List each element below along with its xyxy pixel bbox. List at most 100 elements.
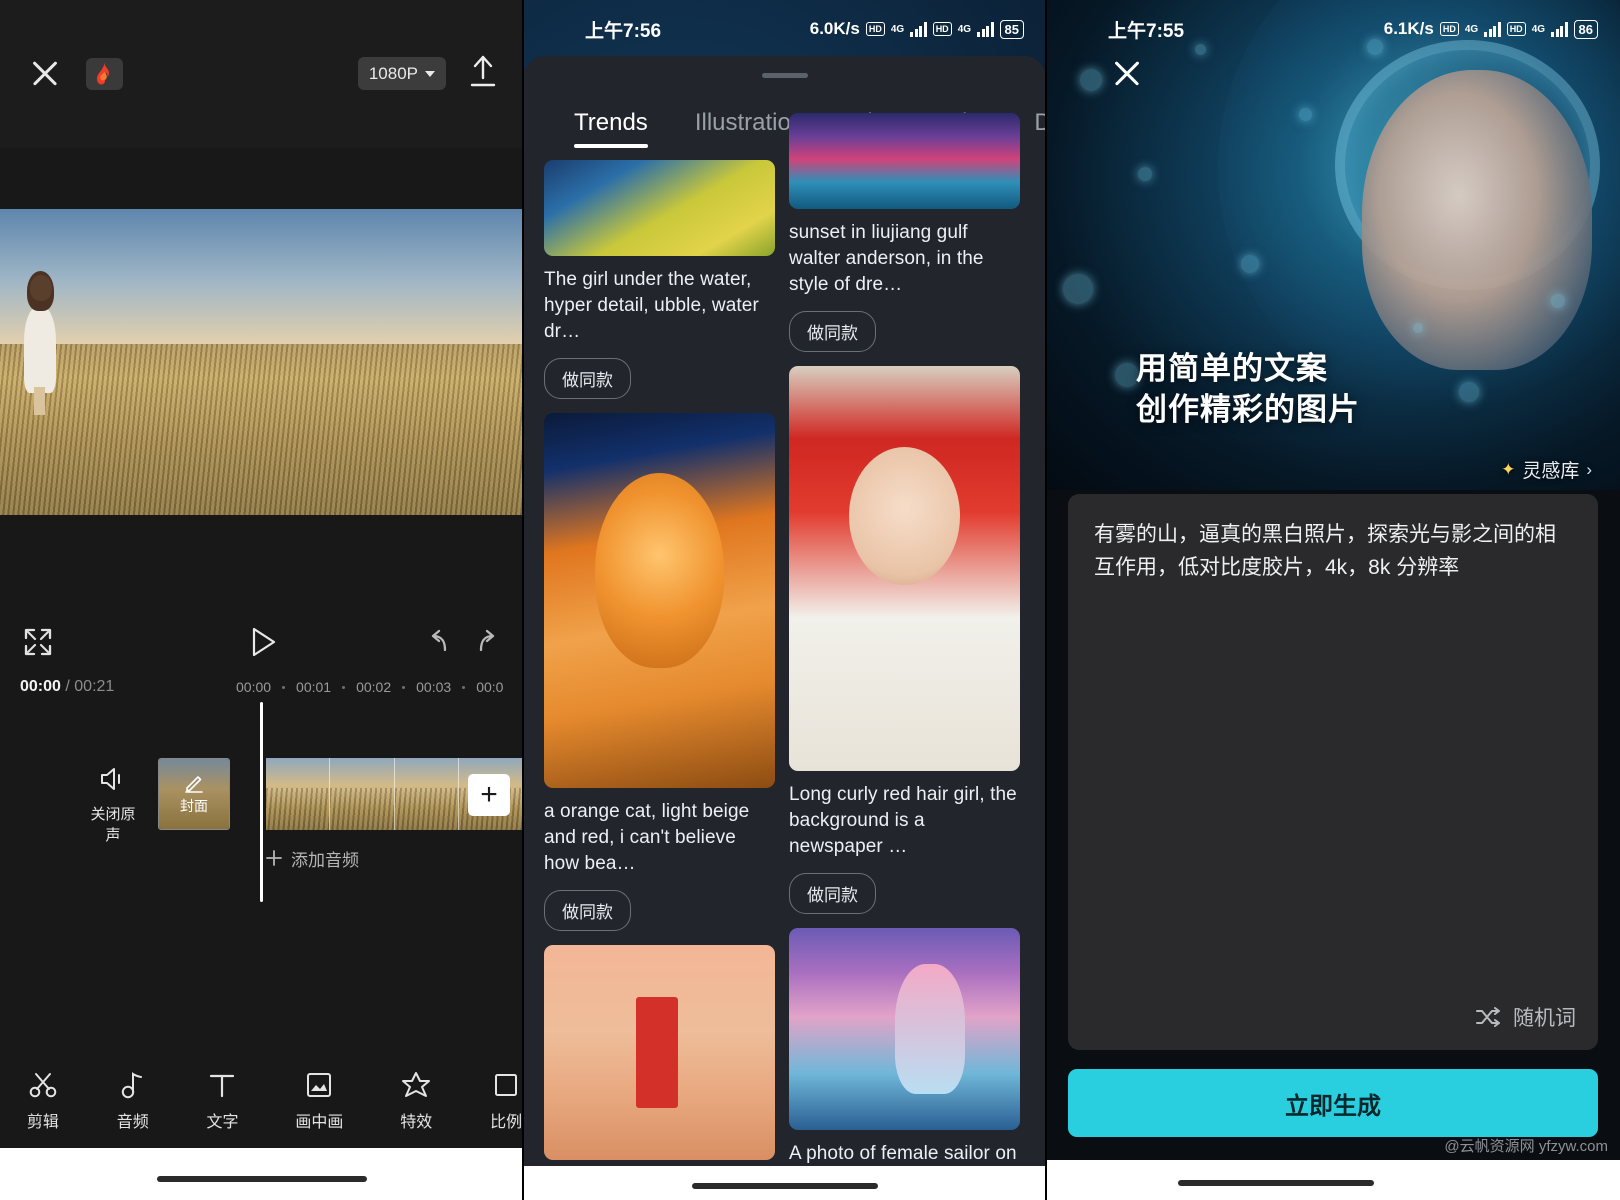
tool-text[interactable]: 文字: [206, 1068, 240, 1132]
preview-wheat-field: [0, 343, 523, 515]
card-thumbnail[interactable]: [544, 160, 775, 256]
add-clip-label: +: [480, 778, 498, 811]
clip-frame: [394, 758, 459, 830]
tab-illustration[interactable]: Illustration: [695, 109, 804, 148]
status-time: 上午7:55: [1108, 20, 1185, 42]
undo-icon[interactable]: [423, 628, 453, 656]
mute-original-audio-button[interactable]: 关闭原声: [86, 766, 140, 845]
shuffle-icon: [1476, 1007, 1500, 1027]
card-thumbnail[interactable]: [789, 113, 1020, 209]
three-phone-screenshots: 1080P 00:00 / 00:21 00:00 00:01 00:02 00…: [0, 0, 1620, 1200]
feed-card[interactable]: A photo of female sailor on boat enjoyin…: [789, 928, 1020, 1200]
pencil-icon: [185, 775, 203, 793]
hd-icon: HD: [1506, 22, 1526, 36]
network-speed: 6.0K/s: [809, 19, 860, 38]
make-same-button[interactable]: 做同款: [789, 873, 876, 914]
tool-audio[interactable]: 音频: [116, 1068, 150, 1132]
battery-indicator: 85: [999, 19, 1024, 39]
card-caption: sunset in liujiang gulf walter anderson,…: [789, 222, 984, 295]
feed-card[interactable]: a red door in the desert near water, in …: [544, 945, 775, 1200]
close-icon[interactable]: [1110, 56, 1144, 90]
make-same-button[interactable]: 做同款: [544, 358, 631, 399]
feed-card[interactable]: a orange cat, light beige and red, i can…: [544, 413, 775, 931]
fullscreen-icon[interactable]: [22, 626, 54, 658]
ruler-tick: 00:0: [476, 679, 504, 695]
hd-icon: HD: [932, 22, 952, 36]
page-title: 用简单的文案 创作精彩的图片: [1136, 348, 1360, 430]
total-time: 00:21: [74, 678, 115, 695]
tool-cut[interactable]: 剪辑: [26, 1068, 60, 1132]
sheet-drag-handle[interactable]: [761, 73, 808, 78]
mute-label: 关闭原声: [90, 806, 136, 844]
feed-grid[interactable]: The girl under the water, hyper detail, …: [544, 113, 1046, 1200]
status-bar: 上午7:55 6.1K/s HD 4G HD 4G 86: [1046, 0, 1620, 58]
tool-pip[interactable]: 画中画: [295, 1068, 343, 1132]
trends-sheet: Trends Illustration Photography Design T…: [523, 56, 1046, 1200]
player-controls: [0, 612, 523, 674]
play-icon[interactable]: [246, 624, 280, 660]
random-word-button[interactable]: 随机词: [1475, 1002, 1576, 1032]
resolution-selector[interactable]: 1080P: [357, 57, 446, 90]
tool-label: 剪辑: [26, 1114, 59, 1131]
prompt-input[interactable]: 有雾的山，逼真的黑白照片，探索光与影之间的相互作用，低对比度胶片，4k，8k 分…: [1068, 494, 1598, 1050]
close-icon[interactable]: [28, 56, 62, 90]
resolution-label: 1080P: [368, 63, 418, 83]
feed-card[interactable]: The girl under the water, hyper detail, …: [544, 160, 775, 399]
tab-trends[interactable]: Trends: [574, 109, 648, 148]
text-icon: [206, 1068, 240, 1102]
current-time: 00:00: [20, 678, 61, 695]
upload-icon[interactable]: [468, 54, 498, 88]
square-ratio-icon: [489, 1068, 523, 1102]
flame-icon[interactable]: [86, 58, 123, 90]
signal-bars-icon: [1551, 21, 1568, 37]
network-type-label: 4G: [957, 23, 972, 35]
card-thumbnail[interactable]: [544, 413, 775, 788]
card-caption: Long curly red hair girl, the background…: [789, 784, 1017, 857]
video-preview[interactable]: [0, 209, 523, 515]
make-same-button[interactable]: 做同款: [544, 890, 631, 931]
random-word-label: 随机词: [1513, 1007, 1576, 1030]
add-audio-button[interactable]: 添加音频: [266, 842, 359, 874]
signal-bars-icon: [1484, 21, 1501, 37]
timecode: 00:00 / 00:21: [20, 678, 115, 695]
home-indicator[interactable]: [691, 1183, 878, 1189]
panel-ai-generate: 上午7:55 6.1K/s HD 4G HD 4G 86 用简单的文案 创作精彩…: [1046, 0, 1620, 1200]
status-time: 上午7:56: [585, 20, 662, 42]
prompt-text[interactable]: 有雾的山，逼真的黑白照片，探索光与影之间的相互作用，低对比度胶片，4k，8k 分…: [1094, 518, 1576, 584]
feed-card[interactable]: Long curly red hair girl, the background…: [789, 366, 1020, 914]
card-thumbnail[interactable]: [789, 928, 1020, 1130]
card-caption: a orange cat, light beige and red, i can…: [544, 801, 750, 874]
timeline[interactable]: 关闭原声 封面 + 添加音频: [0, 702, 523, 902]
feed-card[interactable]: sunset in liujiang gulf walter anderson,…: [789, 113, 1020, 352]
sparkle-icon: ✦: [1501, 459, 1516, 479]
tool-label: 特效: [400, 1114, 433, 1131]
network-type-label: 4G: [890, 23, 905, 35]
generate-button[interactable]: 立即生成: [1068, 1069, 1598, 1137]
timeline-header: 00:00 / 00:21 00:00 00:01 00:02 00:03 00…: [0, 674, 523, 702]
make-same-button[interactable]: 做同款: [789, 311, 876, 352]
tool-effects[interactable]: 特效: [399, 1068, 433, 1132]
sparkle-star-icon: [399, 1068, 433, 1102]
add-clip-button[interactable]: +: [468, 774, 510, 816]
home-indicator[interactable]: [156, 1176, 367, 1182]
tool-label: 音频: [116, 1114, 149, 1131]
cover-button[interactable]: 封面: [158, 758, 230, 830]
clip-frame: [330, 758, 395, 830]
music-note-icon: [116, 1068, 150, 1102]
system-navigation-bar: [523, 1166, 1046, 1200]
generate-label: 立即生成: [1285, 1092, 1381, 1120]
home-indicator[interactable]: [1177, 1180, 1374, 1186]
preview-person: [18, 267, 62, 415]
ruler-dot: [402, 685, 406, 689]
inspiration-library-link[interactable]: ✦ 灵感库 ›: [1501, 456, 1592, 483]
redo-icon[interactable]: [473, 628, 503, 656]
ruler-dot: [282, 685, 286, 689]
playhead[interactable]: [260, 702, 263, 902]
tool-label: 文字: [206, 1114, 239, 1131]
cover-label: 封面: [180, 797, 208, 814]
tool-ratio[interactable]: 比例: [489, 1068, 523, 1132]
panel-trends-feed: 上午7:56 6.0K/s HD 4G HD 4G 85 Trends Illu…: [523, 0, 1046, 1200]
hd-icon: HD: [865, 22, 885, 36]
card-thumbnail[interactable]: [544, 945, 775, 1160]
card-thumbnail[interactable]: [789, 366, 1020, 771]
